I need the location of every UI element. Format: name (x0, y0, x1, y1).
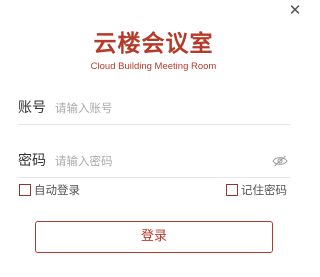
account-field: 账号 (18, 97, 290, 125)
auto-login-label: 自动登录 (34, 183, 80, 197)
password-input[interactable] (55, 150, 265, 172)
brand-logo: 云楼会议室 Cloud Building Meeting Room (0, 30, 307, 73)
close-icon[interactable]: ✕ (287, 2, 303, 18)
brand-title: 云楼会议室 (93, 30, 214, 57)
remember-password-checkbox[interactable]: 记住密码 (226, 183, 287, 197)
account-input[interactable] (55, 97, 265, 119)
auto-login-box[interactable] (19, 184, 31, 196)
password-field: 密码 (18, 150, 290, 178)
account-label: 账号 (18, 100, 46, 116)
password-label: 密码 (18, 153, 46, 169)
remember-password-label: 记住密码 (241, 183, 287, 197)
remember-password-box[interactable] (226, 184, 238, 196)
eye-off-icon[interactable] (272, 155, 288, 167)
auto-login-checkbox[interactable]: 自动登录 (19, 183, 80, 197)
brand-subtitle: Cloud Building Meeting Room (90, 61, 217, 72)
login-button[interactable]: 登录 (35, 221, 273, 253)
